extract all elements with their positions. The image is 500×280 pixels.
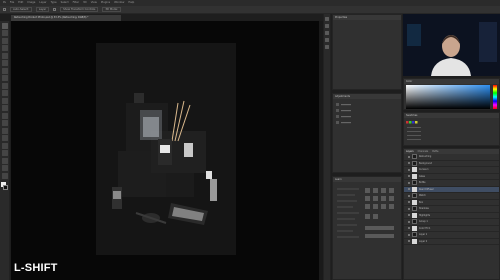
panel-icon-strip bbox=[323, 14, 331, 280]
zoom-tool-icon[interactable] bbox=[2, 172, 8, 179]
layer-thumbnail bbox=[412, 219, 417, 225]
layer-name: Layer 1 bbox=[419, 233, 428, 237]
lasso-tool-icon[interactable] bbox=[2, 37, 8, 44]
layer-thumbnail bbox=[412, 225, 417, 231]
frame-tool-icon[interactable] bbox=[2, 60, 8, 66]
layer-name: Shadows bbox=[419, 207, 429, 211]
move-tool-icon[interactable] bbox=[2, 22, 8, 29]
layer-thumbnail bbox=[412, 199, 417, 205]
visibility-eye-icon[interactable] bbox=[408, 168, 410, 171]
layer-thumbnail bbox=[412, 160, 417, 166]
layer-thumbnail bbox=[412, 173, 417, 179]
visibility-eye-icon[interactable] bbox=[408, 162, 410, 165]
layer-name: Box bbox=[419, 200, 424, 204]
webcam-overlay bbox=[403, 14, 500, 76]
crop-tool-icon[interactable] bbox=[2, 52, 8, 59]
visibility-eye-icon[interactable] bbox=[408, 194, 410, 197]
visibility-eye-icon[interactable] bbox=[408, 188, 410, 191]
visibility-eye-icon[interactable] bbox=[408, 207, 410, 210]
lshift-watermark: L-SHIFT bbox=[14, 262, 58, 274]
auto-select-dropdown[interactable]: Layer bbox=[35, 7, 50, 12]
layer-name: Highlights bbox=[419, 213, 431, 217]
layer-thumbnail bbox=[412, 232, 417, 238]
visibility-eye-icon[interactable] bbox=[408, 214, 410, 217]
layer-name: Glass bbox=[419, 174, 425, 178]
tab-channels[interactable]: Channels bbox=[418, 149, 429, 154]
pen-tool-icon[interactable] bbox=[2, 135, 8, 141]
layer-name: Watch bbox=[419, 194, 426, 198]
visibility-eye-icon[interactable] bbox=[408, 220, 410, 223]
history-icon[interactable] bbox=[325, 17, 329, 21]
character-icon[interactable] bbox=[325, 45, 329, 49]
layer-list: Retouching Background Curves 1 Glass Bottle R… bbox=[404, 154, 499, 245]
paragraph-icon[interactable] bbox=[325, 38, 329, 42]
auto-select-checkbox[interactable] bbox=[3, 8, 6, 11]
shape-tool-icon[interactable] bbox=[2, 157, 8, 164]
layer-name: Bottle bbox=[419, 181, 426, 185]
layer-thumbnail bbox=[412, 180, 417, 186]
marquee-tool-icon[interactable] bbox=[2, 30, 8, 36]
layers-panel: Layers Channels Paths Retouching Backgrou… bbox=[403, 148, 500, 280]
properties-icon[interactable] bbox=[325, 24, 329, 28]
3d-mode-label: 3D Mode: bbox=[102, 7, 121, 12]
layer-thumbnail bbox=[412, 167, 417, 173]
transform-controls-label: Show Transform Controls bbox=[60, 7, 99, 12]
eraser-tool-icon[interactable] bbox=[2, 105, 8, 111]
swatch-groups[interactable] bbox=[404, 118, 500, 146]
type-tool-icon[interactable] bbox=[2, 142, 8, 149]
layer-thumbnail bbox=[412, 193, 417, 199]
healing-brush-tool-icon[interactable] bbox=[2, 75, 8, 81]
path-select-tool-icon[interactable] bbox=[2, 150, 8, 156]
tab-layers[interactable]: Layers bbox=[406, 149, 414, 154]
transform-controls-checkbox[interactable] bbox=[53, 8, 57, 11]
learn-panel-grid[interactable] bbox=[333, 182, 403, 278]
visibility-eye-icon[interactable] bbox=[408, 175, 410, 178]
eyedropper-tool-icon[interactable] bbox=[2, 67, 8, 74]
webcam-presenter-image bbox=[403, 14, 500, 76]
color-picker-field[interactable] bbox=[404, 84, 500, 110]
layer-name: Layer 2 bbox=[419, 239, 428, 243]
properties-panel: Properties bbox=[332, 14, 402, 90]
visibility-eye-icon[interactable] bbox=[408, 155, 410, 158]
history-brush-tool-icon[interactable] bbox=[2, 97, 8, 104]
learn-panel: Learn bbox=[332, 176, 402, 280]
blur-tool-icon[interactable] bbox=[2, 120, 8, 126]
adjustments-icon[interactable] bbox=[325, 31, 329, 35]
layer-name: Retouching bbox=[419, 155, 432, 159]
product-photo-image bbox=[96, 43, 236, 255]
swatches-panel: Swatches bbox=[403, 112, 500, 146]
layer-name: Color Fill 1 bbox=[419, 226, 431, 230]
adjustments-panel: Adjustments bbox=[332, 93, 402, 173]
color-panel: Color bbox=[403, 78, 500, 110]
layer-thumbnail bbox=[412, 238, 417, 244]
gradient-tool-icon[interactable] bbox=[2, 112, 8, 119]
visibility-eye-icon[interactable] bbox=[408, 181, 410, 184]
brush-tool-icon[interactable] bbox=[2, 82, 8, 89]
layer-thumbnail bbox=[412, 206, 417, 212]
layer-thumbnail bbox=[412, 186, 417, 192]
adjustment-presets-list[interactable] bbox=[333, 99, 403, 129]
dodge-tool-icon[interactable] bbox=[2, 127, 8, 134]
properties-panel-title[interactable]: Properties bbox=[333, 15, 401, 20]
visibility-eye-icon[interactable] bbox=[408, 201, 410, 204]
layer-row[interactable]: Layer 2 bbox=[404, 238, 499, 245]
tab-paths[interactable]: Paths bbox=[432, 149, 438, 154]
layer-name: Reed Diffuser bbox=[419, 187, 434, 191]
tools-panel bbox=[0, 21, 10, 280]
options-bar: Auto-Select: Layer Show Transform Contro… bbox=[0, 6, 500, 14]
layer-name: Background bbox=[419, 161, 433, 165]
visibility-eye-icon[interactable] bbox=[408, 233, 410, 236]
clone-stamp-tool-icon[interactable] bbox=[2, 90, 8, 96]
visibility-eye-icon[interactable] bbox=[408, 240, 410, 243]
auto-select-label: Auto-Select: bbox=[10, 7, 32, 12]
product-photo[interactable] bbox=[96, 43, 236, 255]
layer-name: Curves 1 bbox=[419, 168, 429, 172]
layer-thumbnail bbox=[412, 212, 417, 218]
background-color-swatch[interactable] bbox=[3, 184, 8, 190]
hand-tool-icon[interactable] bbox=[2, 165, 8, 171]
visibility-eye-icon[interactable] bbox=[408, 227, 410, 230]
quick-select-tool-icon[interactable] bbox=[2, 45, 8, 51]
layer-thumbnail bbox=[412, 154, 417, 160]
layer-name: Group 1 bbox=[419, 220, 428, 224]
